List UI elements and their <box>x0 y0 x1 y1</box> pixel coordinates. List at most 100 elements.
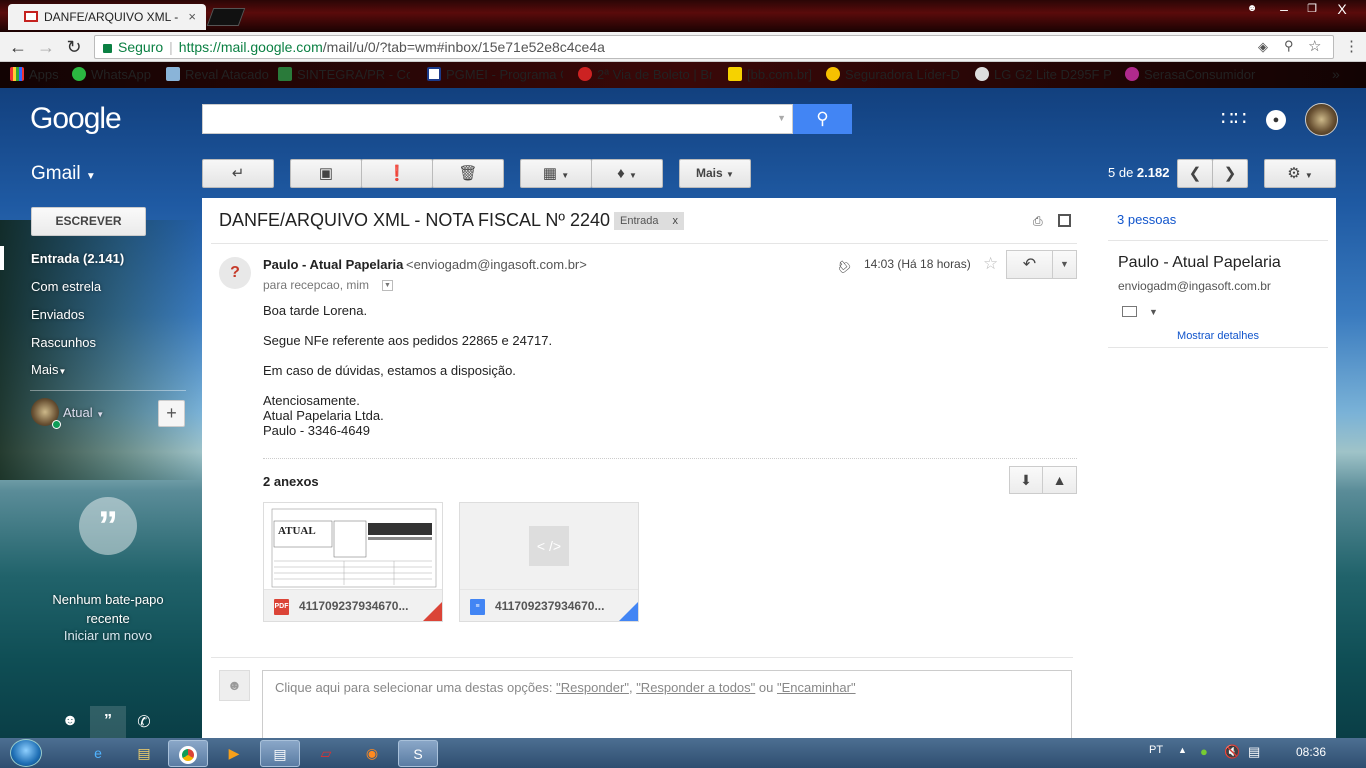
bookmark-lg[interactable]: LG G2 Lite D295F Par <box>975 67 1111 82</box>
nav-item-sent[interactable]: Enviados <box>31 307 84 322</box>
chrome-taskbar-icon[interactable] <box>168 740 208 767</box>
nav-item-starred[interactable]: Com estrela <box>31 279 101 294</box>
chrome-menu-icon[interactable]: ⋮ <box>1344 37 1359 55</box>
contacts-icon[interactable]: ☻ <box>56 712 84 730</box>
forward-icon[interactable]: → <box>34 36 58 58</box>
close-window-button[interactable]: X <box>1328 0 1356 20</box>
bookmark-apps[interactable]: Apps <box>10 67 59 82</box>
phone-icon[interactable]: ✆ <box>130 712 158 732</box>
plus-icon: + <box>166 403 177 423</box>
file-explorer-icon[interactable]: ▤ <box>124 740 164 767</box>
settings-button[interactable]: ⚙ ▼ <box>1264 159 1336 188</box>
sender-name[interactable]: Paulo - Atual Papelaria <box>263 257 403 272</box>
delete-button[interactable]: 🗑 <box>432 159 504 188</box>
labels-button[interactable]: ♦ ▼ <box>591 159 663 188</box>
compose-button[interactable]: ESCREVER <box>31 207 146 236</box>
nav-item-inbox[interactable]: Entrada (2.141) <box>31 251 124 266</box>
bookmark-star-icon[interactable]: ☆ <box>1308 37 1321 55</box>
archive-button[interactable]: ▣ <box>290 159 362 188</box>
search-options-icon[interactable]: ▼ <box>777 113 786 123</box>
search-button[interactable]: ⚲ <box>793 104 852 134</box>
back-icon[interactable]: ← <box>6 36 30 58</box>
start-new-chat-link[interactable]: Iniciar um novo <box>40 628 176 643</box>
reply-all-link[interactable]: "Responder a todos" <box>636 680 755 695</box>
browser-tab[interactable]: DANFE/ARQUIVO XML - × <box>8 4 206 30</box>
gmail-menu[interactable]: Gmail ▼ <box>31 163 96 185</box>
new-tab-button[interactable] <box>206 8 246 26</box>
download-all-button[interactable]: ⬇ <box>1009 466 1043 494</box>
restore-button[interactable]: ❐ <box>1298 0 1326 20</box>
older-button[interactable]: ❯ <box>1212 159 1248 188</box>
bookmark-whatsapp[interactable]: WhatsApp <box>72 67 151 82</box>
remove-label-icon[interactable]: x <box>673 215 679 227</box>
url-input[interactable]: Seguro | https://mail.google.com/mail/u/0/… <box>94 35 1334 59</box>
google-apps-icon[interactable]: ∷∷ <box>1221 109 1246 130</box>
show-details-link[interactable]: Mostrar detalhes <box>1108 330 1328 342</box>
hangouts-user[interactable]: Atual ▼ <box>63 405 104 420</box>
attachments-title: 2 anexos <box>263 474 319 489</box>
tray-app-icon[interactable]: ● <box>1200 744 1208 759</box>
new-window-icon[interactable] <box>1058 214 1071 227</box>
star-icon[interactable]: ☆ <box>983 254 998 274</box>
internet-explorer-icon[interactable]: e <box>78 740 118 767</box>
bookmark-sintegra[interactable]: SINTEGRA/PR - Cons <box>278 67 410 82</box>
divider <box>30 390 186 391</box>
reply-link[interactable]: "Responder" <box>556 680 629 695</box>
account-avatar[interactable] <box>1305 103 1338 136</box>
tray-expand-icon[interactable]: ▲ <box>1178 745 1187 755</box>
reply-button[interactable]: ↶ <box>1006 250 1053 279</box>
google-logo[interactable]: Google <box>30 102 122 136</box>
chevron-down-icon[interactable]: ▼ <box>1149 307 1158 317</box>
control-panel-icon[interactable]: ▤ <box>260 740 300 767</box>
back-to-inbox-button[interactable]: ↵ <box>202 159 274 188</box>
lg-icon <box>975 67 989 81</box>
volume-muted-icon[interactable]: 🔇 <box>1224 744 1240 760</box>
bookmark-seguradora[interactable]: Seguradora Líder-DP <box>826 67 960 82</box>
save-to-drive-button[interactable]: ▲ <box>1043 466 1077 494</box>
acrobat-icon[interactable]: ▱ <box>306 740 346 767</box>
nav-item-drafts[interactable]: Rascunhos <box>31 335 96 350</box>
system-clock[interactable]: 08:36 <box>1296 745 1326 759</box>
new-conversation-button[interactable]: + <box>158 400 185 427</box>
bookmark-label: Apps <box>29 67 59 82</box>
inbox-label-chip[interactable]: Entrada x <box>614 212 685 230</box>
attachment-card-pdf[interactable]: ATUAL PDF 411709237934670... <box>263 502 443 622</box>
show-details-dropdown-icon[interactable]: ▼ <box>382 280 393 291</box>
reply-box[interactable]: Clique aqui para selecionar uma destas o… <box>262 670 1072 740</box>
firefox-icon[interactable]: ◉ <box>352 740 392 767</box>
nav-item-more[interactable]: Mais▼ <box>31 362 66 377</box>
lock-icon <box>103 43 112 53</box>
tab-close-icon[interactable]: × <box>188 9 196 24</box>
reload-icon[interactable]: ↻ <box>62 36 86 58</box>
profile-icon[interactable]: ☻ <box>1238 0 1266 20</box>
print-icon[interactable]: ⎙ <box>1033 214 1047 228</box>
skype-icon[interactable]: S <box>398 740 438 767</box>
people-count-link[interactable]: 3 pessoas <box>1117 212 1176 227</box>
start-button[interactable] <box>10 739 42 767</box>
trash-icon: 🗑 <box>458 165 478 182</box>
move-to-button[interactable]: ▦ ▼ <box>520 159 592 188</box>
more-options-button[interactable]: ▼ <box>1053 250 1077 279</box>
network-icon[interactable]: ▤ <box>1248 744 1260 760</box>
media-player-icon[interactable]: ▶ <box>214 740 254 767</box>
tab-title: DANFE/ARQUIVO XML - <box>44 10 179 24</box>
bookmark-serasa[interactable]: SerasaConsumidor <box>1125 67 1255 82</box>
url-path: /mail/u/0/?tab=wm#inbox/15e71e52e8c4ce4a <box>322 39 605 55</box>
chevron-down-icon: ▼ <box>628 171 637 180</box>
key-icon[interactable]: ⚲ <box>1284 38 1294 54</box>
mail-envelope-icon[interactable] <box>1122 306 1137 317</box>
newer-button[interactable]: ❮ <box>1177 159 1213 188</box>
extension-icon[interactable]: ◈ <box>1258 39 1268 55</box>
notifications-bell-icon[interactable]: ● <box>1266 110 1286 130</box>
minimize-button[interactable]: – <box>1270 0 1298 20</box>
bookmark-bb[interactable]: [bb.com.br] <box>728 67 812 82</box>
search-input[interactable]: ▼ <box>202 104 793 134</box>
more-actions-button[interactable]: Mais ▼ <box>679 159 751 188</box>
bookmark-boleto[interactable]: 2ª Via de Boleto | Bra <box>578 67 712 82</box>
bookmark-reval[interactable]: Reval Atacado <box>166 67 269 82</box>
bookmarks-overflow[interactable]: » <box>1332 66 1340 82</box>
language-indicator[interactable]: PT <box>1149 744 1163 756</box>
bookmark-pgmei[interactable]: PGMEI - Programa Ge <box>427 67 563 82</box>
forward-link[interactable]: "Encaminhar" <box>777 680 856 695</box>
report-spam-button[interactable]: ❗ <box>361 159 433 188</box>
